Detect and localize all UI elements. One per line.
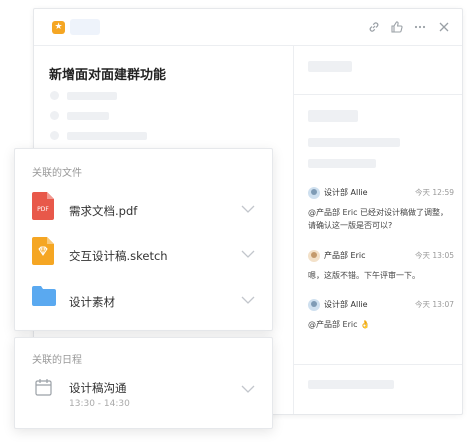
avatar[interactable] bbox=[308, 299, 320, 311]
schedule-row[interactable]: 设计稿沟通 13:30 - 14:30 bbox=[15, 376, 272, 416]
comment-text: @产品部 Eric 已经对设计稿做了调整，请确认这一版是否可以? bbox=[308, 208, 449, 230]
chevron-down-icon[interactable] bbox=[241, 249, 255, 259]
comment-time: 今天 13:07 bbox=[415, 300, 454, 309]
thumbs-up-icon[interactable] bbox=[390, 20, 404, 34]
pdf-file-icon: PDF bbox=[32, 192, 54, 220]
folder-icon bbox=[32, 286, 56, 306]
folder-name[interactable]: 设计素材 bbox=[69, 294, 115, 310]
placeholder-line bbox=[67, 132, 147, 140]
event-name[interactable]: 设计稿沟通 bbox=[69, 380, 127, 396]
related-files-card: 关联的文件 PDF 需求文档.pdf 交互设计稿.sketch 设计素材 bbox=[14, 148, 273, 331]
sketch-file-icon bbox=[32, 237, 54, 265]
file-row[interactable]: 设计素材 bbox=[15, 282, 272, 322]
divider bbox=[294, 364, 462, 365]
schedule-title: 关联的日程 bbox=[32, 355, 82, 366]
comment-input-placeholder[interactable] bbox=[308, 380, 394, 389]
comment-author[interactable]: 产品部 Eric bbox=[324, 250, 366, 262]
more-icon[interactable] bbox=[413, 20, 427, 34]
placeholder-line bbox=[308, 110, 358, 122]
placeholder-dot bbox=[50, 91, 59, 100]
file-row[interactable]: 交互设计稿.sketch bbox=[15, 236, 272, 276]
calendar-icon bbox=[35, 379, 52, 396]
comment-time: 今天 12:59 bbox=[415, 188, 454, 197]
comment: 设计部 Allie 今天 12:59 @产品部 Eric 已经对设计稿做了调整，… bbox=[308, 187, 454, 232]
chevron-down-icon[interactable] bbox=[241, 204, 255, 214]
comment-text: 嗯，这版不错。下午评审一下。 bbox=[308, 271, 420, 280]
task-header: ★ bbox=[34, 9, 462, 46]
file-name[interactable]: 交互设计稿.sketch bbox=[69, 248, 168, 264]
files-title: 关联的文件 bbox=[32, 168, 82, 179]
comment-author[interactable]: 设计部 Allie bbox=[324, 187, 368, 199]
close-icon[interactable] bbox=[437, 20, 451, 34]
comment-author[interactable]: 设计部 Allie bbox=[324, 299, 368, 311]
comment: 产品部 Eric 今天 13:05 嗯，这版不错。下午评审一下。 bbox=[308, 250, 454, 282]
placeholder-line bbox=[308, 138, 400, 147]
placeholder-dot bbox=[50, 131, 59, 140]
avatar[interactable] bbox=[308, 250, 320, 262]
panel-divider bbox=[293, 46, 294, 414]
chevron-down-icon[interactable] bbox=[241, 384, 255, 394]
related-schedule-card: 关联的日程 设计稿沟通 13:30 - 14:30 bbox=[14, 337, 273, 429]
placeholder-line bbox=[67, 92, 117, 100]
placeholder-dot bbox=[50, 111, 59, 120]
placeholder-line bbox=[308, 61, 352, 72]
comment-time: 今天 13:05 bbox=[415, 251, 454, 260]
event-time: 13:30 - 14:30 bbox=[69, 399, 130, 409]
chevron-down-icon[interactable] bbox=[241, 295, 255, 305]
comment-text: @产品部 Eric 👌 bbox=[308, 320, 371, 329]
project-tag[interactable] bbox=[70, 19, 100, 35]
divider bbox=[294, 94, 462, 95]
placeholder-line bbox=[67, 112, 109, 120]
task-title: 新增面对面建群功能 bbox=[49, 68, 167, 83]
file-name[interactable]: 需求文档.pdf bbox=[69, 203, 137, 219]
placeholder-line bbox=[308, 159, 376, 168]
comment: 设计部 Allie 今天 13:07 @产品部 Eric 👌 bbox=[308, 299, 454, 331]
link-icon[interactable] bbox=[367, 20, 381, 34]
star-icon[interactable]: ★ bbox=[52, 21, 65, 34]
file-row[interactable]: PDF 需求文档.pdf bbox=[15, 191, 272, 231]
pdf-badge: PDF bbox=[37, 206, 49, 213]
avatar[interactable] bbox=[308, 187, 320, 199]
